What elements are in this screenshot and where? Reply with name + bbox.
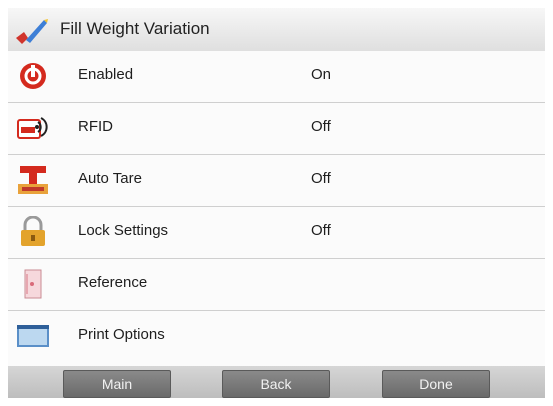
power-icon: [20, 63, 46, 89]
back-button[interactable]: Back: [222, 370, 330, 398]
rfid-icon: [17, 117, 48, 139]
menu-item-reference[interactable]: Reference: [8, 259, 545, 311]
menu-item-enabled[interactable]: Enabled On: [8, 51, 545, 103]
menu-item-value: Off: [311, 222, 331, 239]
title-bar: Fill Weight Variation: [8, 8, 545, 51]
menu-item-label: Reference: [78, 274, 148, 291]
menu-item-rfid[interactable]: RFID Off: [8, 103, 545, 155]
menu-item-value: Off: [311, 170, 331, 187]
screen: Fill Weight Variation Enabled On RFID Of…: [8, 8, 545, 398]
printer-monitor-icon: [17, 325, 49, 347]
menu-item-auto-tare[interactable]: Auto Tare Off: [8, 155, 545, 207]
menu-item-lock-settings[interactable]: Lock Settings Off: [8, 207, 545, 259]
settings-list: Enabled On RFID Off Auto Tare Off Lock S…: [8, 51, 545, 366]
menu-item-value: On: [311, 66, 332, 83]
page-title: Fill Weight Variation: [60, 19, 210, 38]
bottom-button-bar: Main Back Done: [8, 366, 545, 398]
padlock-icon: [21, 216, 45, 246]
done-button[interactable]: Done: [382, 370, 490, 398]
menu-item-print-options[interactable]: Print Options: [8, 311, 545, 362]
main-button[interactable]: Main: [63, 370, 171, 398]
auto-tare-icon: [18, 166, 48, 194]
beaker-pencil-icon: [16, 19, 48, 44]
menu-item-label: Enabled: [78, 66, 134, 83]
menu-item-value: Off: [311, 118, 331, 135]
reference-document-icon: [24, 269, 42, 299]
menu-item-label: Auto Tare: [78, 170, 142, 187]
menu-item-label: Lock Settings: [78, 222, 169, 239]
menu-item-label: RFID: [78, 118, 113, 135]
menu-item-label: Print Options: [78, 326, 165, 343]
